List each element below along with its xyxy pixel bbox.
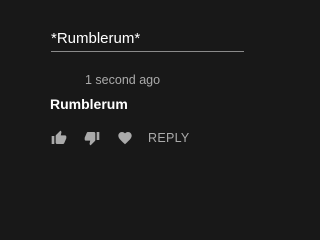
like-button[interactable] [49,128,69,148]
comment-text: Rumblerum [50,96,128,112]
heart-button[interactable] [115,128,135,148]
reply-input[interactable]: *Rumblerum* [51,29,244,52]
comment-timestamp[interactable]: 1 second ago [85,73,160,87]
heart-icon [118,132,132,145]
dislike-button[interactable] [82,128,102,148]
comment-actions: REPLY [49,128,190,148]
thumbs-down-icon [84,132,100,146]
reply-button[interactable]: REPLY [148,131,190,145]
thumbs-up-icon [51,130,67,144]
